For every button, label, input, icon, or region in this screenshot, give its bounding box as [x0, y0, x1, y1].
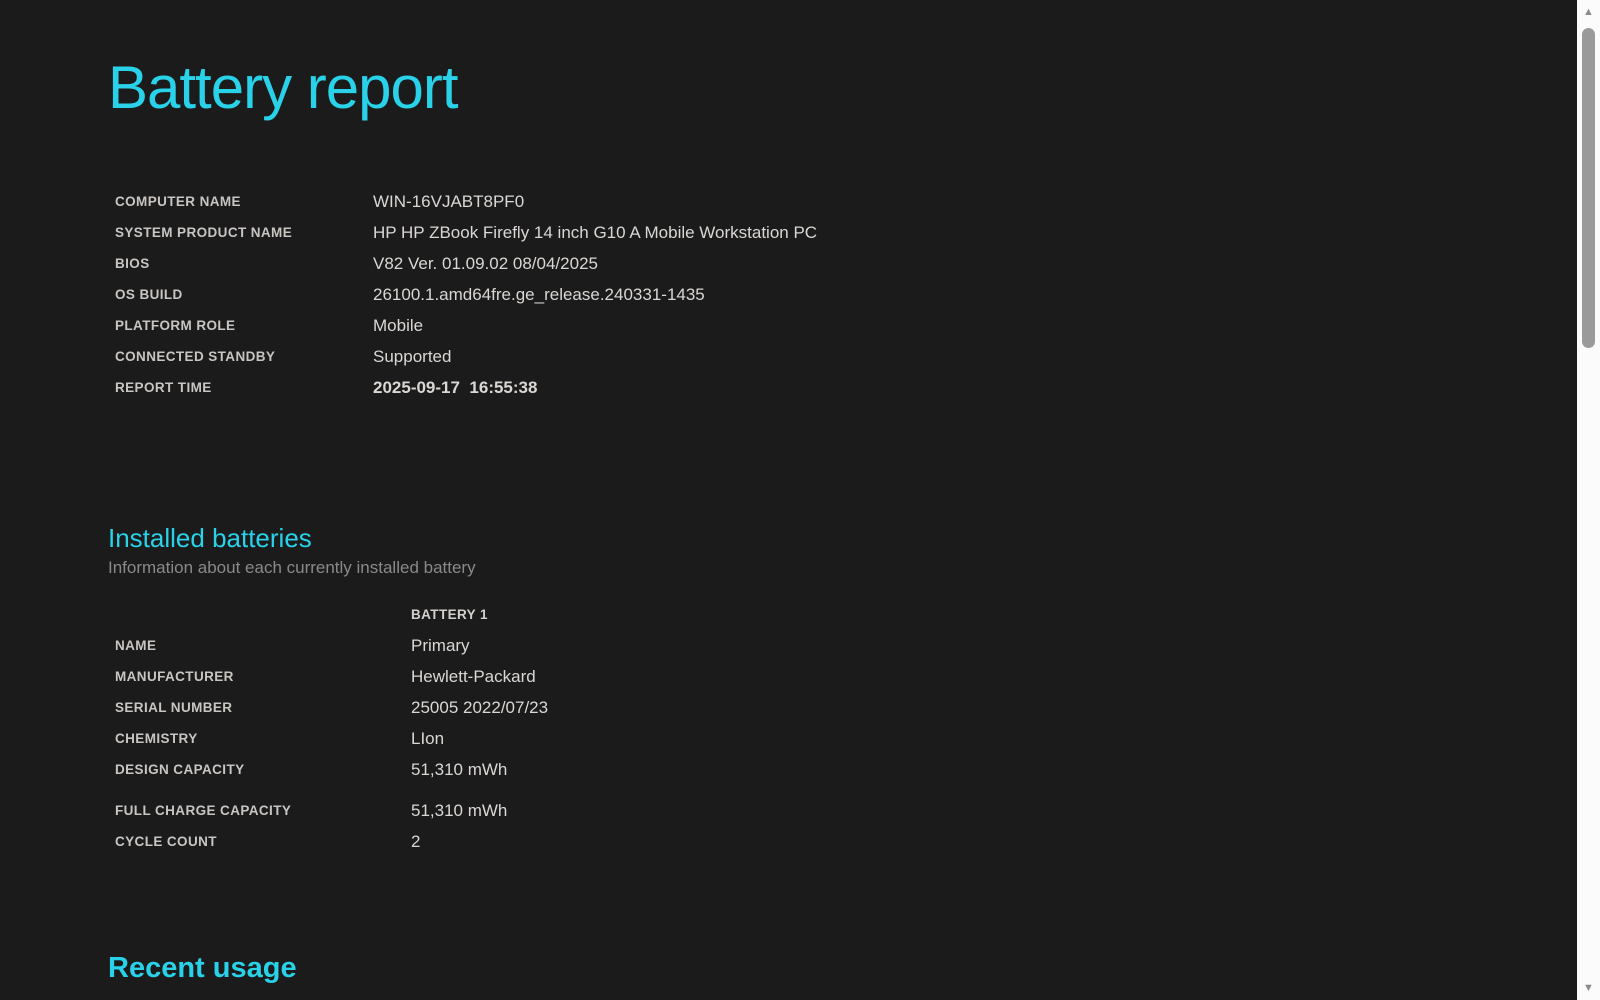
table-row: BIOS V82 Ver. 01.09.02 08/04/2025 [115, 248, 817, 279]
battery-report-page: Battery report COMPUTER NAME WIN-16VJABT… [0, 0, 1600, 1000]
scroll-down-icon[interactable]: ▼ [1577, 981, 1600, 995]
vertical-scrollbar[interactable]: ▲ ▼ [1577, 0, 1600, 1000]
page-title: Battery report [108, 54, 458, 121]
row-label: MANUFACTURER [115, 669, 234, 684]
table-row: CYCLE COUNT 2 [115, 826, 548, 857]
row-value: 51,310 mWh [411, 800, 508, 820]
row-value: Hewlett-Packard [411, 666, 536, 686]
table-row: CONNECTED STANDBY Supported [115, 341, 817, 372]
row-label: SYSTEM PRODUCT NAME [115, 225, 293, 240]
row-label: OS BUILD [115, 287, 183, 302]
row-value: Mobile [373, 315, 424, 335]
row-value: 2 [411, 831, 421, 851]
system-info-table: COMPUTER NAME WIN-16VJABT8PF0 SYSTEM PRO… [115, 186, 817, 403]
table-row: FULL CHARGE CAPACITY 51,310 mWh [115, 785, 548, 826]
row-value: 26100.1.amd64fre.ge_release.240331-1435 [373, 284, 705, 304]
row-label: COMPUTER NAME [115, 194, 241, 209]
table-row: MANUFACTURER Hewlett-Packard [115, 661, 548, 692]
row-value: Primary [411, 635, 470, 655]
table-row: DESIGN CAPACITY 51,310 mWh [115, 754, 548, 785]
table-row: OS BUILD 26100.1.amd64fre.ge_release.240… [115, 279, 817, 310]
row-label: CONNECTED STANDBY [115, 349, 276, 364]
table-header-row: BATTERY 1 [115, 599, 548, 630]
report-time-value: 2025-09-17 16:55:38 [373, 377, 538, 397]
battery-column-header: BATTERY 1 [411, 607, 488, 622]
row-value: WIN-16VJABT8PF0 [373, 191, 525, 211]
row-label: CHEMISTRY [115, 731, 198, 746]
installed-batteries-table: BATTERY 1 NAME Primary MANUFACTURER Hewl… [115, 599, 548, 857]
scrollbar-thumb[interactable] [1582, 28, 1595, 348]
row-value: 51,310 mWh [411, 759, 508, 779]
table-row: COMPUTER NAME WIN-16VJABT8PF0 [115, 186, 817, 217]
row-value: 25005 2022/07/23 [411, 697, 549, 717]
row-label: DESIGN CAPACITY [115, 762, 245, 777]
row-label: CYCLE COUNT [115, 834, 217, 849]
table-row: SYSTEM PRODUCT NAME HP HP ZBook Firefly … [115, 217, 817, 248]
row-label [115, 599, 411, 630]
recent-usage-heading: Recent usage [108, 952, 297, 984]
table-row: NAME Primary [115, 630, 548, 661]
table-row: SERIAL NUMBER 25005 2022/07/23 [115, 692, 548, 723]
row-value: LIon [411, 728, 445, 748]
row-label: BIOS [115, 256, 150, 271]
row-label: FULL CHARGE CAPACITY [115, 803, 292, 818]
row-value: V82 Ver. 01.09.02 08/04/2025 [373, 253, 598, 273]
row-label: NAME [115, 638, 157, 653]
row-value: HP HP ZBook Firefly 14 inch G10 A Mobile… [373, 222, 818, 242]
row-label: REPORT TIME [115, 380, 212, 395]
row-label: SERIAL NUMBER [115, 700, 233, 715]
installed-batteries-heading: Installed batteries [108, 523, 312, 553]
table-row: CHEMISTRY LIon [115, 723, 548, 754]
row-label: PLATFORM ROLE [115, 318, 236, 333]
table-row: REPORT TIME 2025-09-17 16:55:38 [115, 372, 817, 403]
installed-batteries-subtitle: Information about each currently install… [108, 558, 476, 577]
row-value: Supported [373, 346, 452, 366]
scroll-up-icon[interactable]: ▲ [1577, 5, 1600, 19]
table-row: PLATFORM ROLE Mobile [115, 310, 817, 341]
